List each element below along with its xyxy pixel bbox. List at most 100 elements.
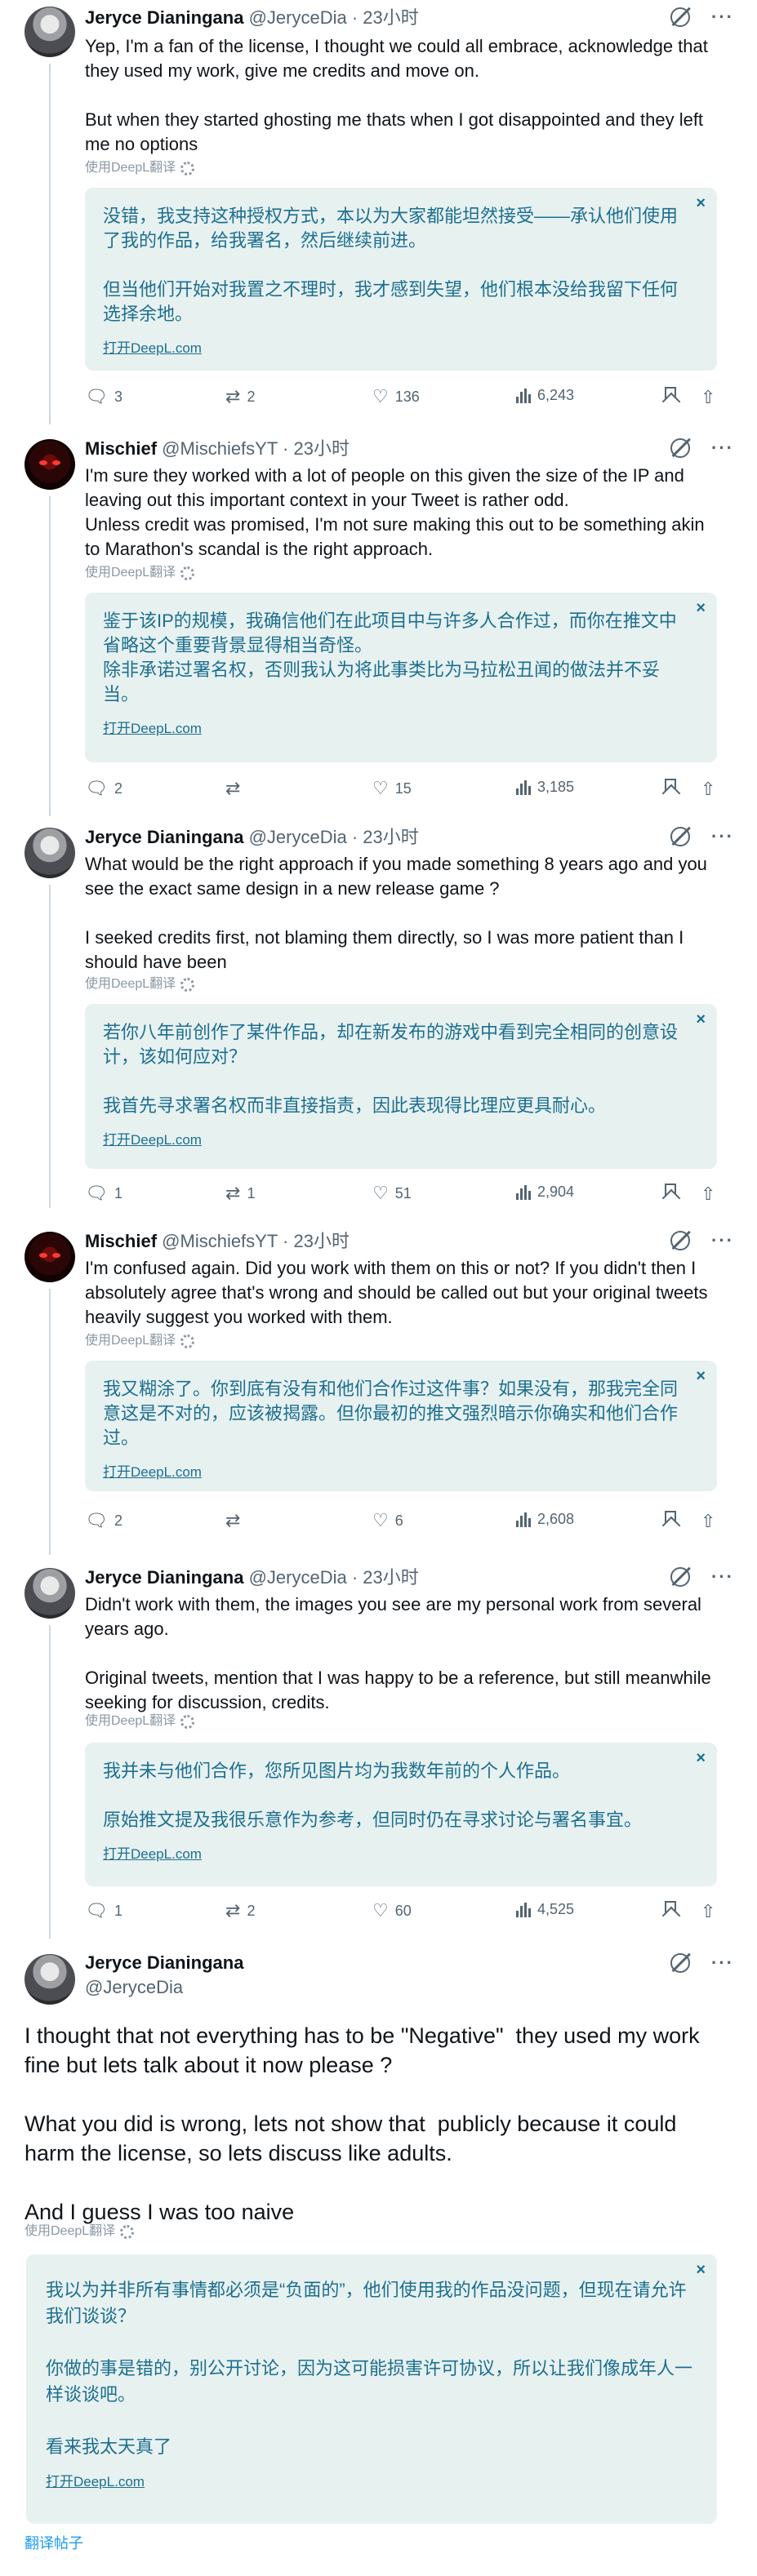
author-name[interactable]: Jeryce Dianingana xyxy=(85,7,243,28)
action-bar: 🗨 2 ⇄ ♡ 15 3,185 ⇧ xyxy=(85,779,730,803)
repost-button[interactable]: ⇄ 2 xyxy=(225,1901,255,1921)
like-button[interactable]: ♡ 15 xyxy=(372,779,412,798)
header-actions: ··· xyxy=(670,1566,734,1588)
repost-button[interactable]: ⇄ xyxy=(225,1511,247,1530)
like-button[interactable]: ♡ 136 xyxy=(372,387,420,406)
avatar[interactable] xyxy=(24,828,75,878)
grok-icon[interactable] xyxy=(670,1567,691,1587)
translate-post-link[interactable]: 翻译帖子 xyxy=(24,2532,83,2553)
author-name[interactable]: Mischief xyxy=(85,438,157,459)
open-deepl-link[interactable]: 打开DeepL.com xyxy=(103,1128,694,1148)
author-name[interactable]: Jeryce Dianingana xyxy=(85,1951,243,1975)
author-handle[interactable]: @JeryceDia xyxy=(249,827,347,847)
avatar[interactable] xyxy=(24,439,75,490)
grok-icon[interactable] xyxy=(670,1953,691,1973)
deepl-translate-label[interactable]: 使用DeepL翻译 xyxy=(85,976,195,993)
deepl-translate-label[interactable]: 使用DeepL翻译 xyxy=(85,1333,195,1349)
deepl-translate-label[interactable]: 使用DeepL翻译 xyxy=(85,160,195,176)
tweet-text: Didn't work with them, the images you se… xyxy=(85,1594,711,1712)
share-button[interactable]: ⇧ xyxy=(701,1901,715,1922)
repost-icon: ⇄ xyxy=(225,1183,241,1203)
grok-icon[interactable] xyxy=(670,827,691,846)
avatar[interactable] xyxy=(24,1232,75,1282)
timestamp[interactable]: 23小时 xyxy=(363,7,418,28)
bookmark-button[interactable] xyxy=(665,387,676,403)
timestamp[interactable]: 23小时 xyxy=(363,1567,418,1588)
timestamp[interactable]: 23小时 xyxy=(293,438,349,459)
share-button[interactable]: ⇧ xyxy=(701,779,715,800)
more-icon[interactable]: ··· xyxy=(711,826,734,847)
repost-button[interactable]: ⇄ 2 xyxy=(225,387,255,406)
grok-icon[interactable] xyxy=(670,438,691,458)
more-icon[interactable]: ··· xyxy=(711,1230,734,1251)
author-handle[interactable]: @JeryceDia xyxy=(249,1567,347,1588)
close-icon[interactable]: × xyxy=(696,1010,706,1029)
author-handle[interactable]: @MischiefsYT xyxy=(162,1231,278,1251)
reply-tweet[interactable]: Mischief @MischiefsYT · 23小时 ··· I'm con… xyxy=(0,1228,757,1555)
open-deepl-link[interactable]: 打开DeepL.com xyxy=(103,1842,694,1863)
reply-tweet[interactable]: Mischief @MischiefsYT · 23小时 ··· I'm sur… xyxy=(0,433,757,816)
reply-tweet[interactable]: Jeryce Dianingana @JeryceDia · 23小时 ··· … xyxy=(0,0,757,424)
bookmark-button[interactable] xyxy=(665,1511,676,1527)
author-handle[interactable]: @JeryceDia xyxy=(85,1975,243,2000)
deepl-translate-label[interactable]: 使用DeepL翻译 xyxy=(24,2223,135,2240)
author-handle[interactable]: @MischiefsYT xyxy=(162,438,278,459)
share-button[interactable]: ⇧ xyxy=(701,1511,715,1532)
reply-button[interactable]: 🗨 1 xyxy=(85,1901,122,1921)
views-button[interactable]: 4,525 xyxy=(516,1901,574,1918)
author-name[interactable]: Mischief xyxy=(85,1231,157,1251)
reply-button[interactable]: 🗨 2 xyxy=(85,779,122,798)
more-icon[interactable]: ··· xyxy=(711,437,734,459)
heart-icon: ♡ xyxy=(372,386,389,406)
bookmark-button[interactable] xyxy=(665,1901,676,1917)
reply-icon: 🗨 xyxy=(85,778,108,798)
like-button[interactable]: ♡ 60 xyxy=(372,1901,412,1921)
reply-button[interactable]: 🗨 2 xyxy=(85,1511,122,1530)
share-button[interactable]: ⇧ xyxy=(701,387,715,408)
close-icon[interactable]: × xyxy=(696,1749,706,1768)
more-icon[interactable]: ··· xyxy=(711,1952,734,1974)
avatar[interactable] xyxy=(24,1568,75,1619)
grok-icon[interactable] xyxy=(670,1231,691,1250)
open-deepl-link[interactable]: 打开DeepL.com xyxy=(46,2470,694,2490)
bookmark-button[interactable] xyxy=(665,1184,676,1200)
repost-icon: ⇄ xyxy=(225,778,241,798)
open-deepl-link[interactable]: 打开DeepL.com xyxy=(103,1460,694,1481)
more-icon[interactable]: ··· xyxy=(711,7,734,28)
close-icon[interactable]: × xyxy=(696,599,706,618)
reply-button[interactable]: 🗨 1 xyxy=(85,1184,122,1203)
author-name[interactable]: Jeryce Dianingana xyxy=(85,827,243,847)
avatar[interactable] xyxy=(24,7,75,57)
timestamp[interactable]: 23小时 xyxy=(293,1231,349,1251)
repost-button[interactable]: ⇄ 1 xyxy=(225,1184,255,1203)
views-button[interactable]: 2,904 xyxy=(516,1184,574,1201)
author-name[interactable]: Jeryce Dianingana xyxy=(85,1567,243,1588)
avatar[interactable] xyxy=(24,1954,75,2005)
like-button[interactable]: ♡ 51 xyxy=(372,1184,412,1203)
deepl-translate-label[interactable]: 使用DeepL翻译 xyxy=(85,565,195,581)
views-button[interactable]: 3,185 xyxy=(516,779,574,796)
close-icon[interactable]: × xyxy=(696,194,706,213)
more-icon[interactable]: ··· xyxy=(711,1566,734,1588)
action-bar: 🗨 3 ⇄ 2 ♡ 136 6,243 ⇧ xyxy=(85,387,730,411)
timestamp[interactable]: 23小时 xyxy=(363,827,418,847)
deepl-translate-label[interactable]: 使用DeepL翻译 xyxy=(85,1713,195,1730)
reply-button[interactable]: 🗨 3 xyxy=(85,387,122,406)
repost-button[interactable]: ⇄ xyxy=(225,779,247,798)
translation-text: 我又糊涂了。你到底有没有和他们合作过这件事？如果没有，那我完全同意这是不对的，应… xyxy=(103,1379,679,1448)
close-icon[interactable]: × xyxy=(696,1367,706,1386)
bookmark-button[interactable] xyxy=(665,779,676,795)
like-button[interactable]: ♡ 6 xyxy=(372,1511,403,1530)
open-deepl-link[interactable]: 打开DeepL.com xyxy=(103,336,694,357)
tweet-header: Jeryce Dianingana @JeryceDia · 23小时 xyxy=(85,827,419,847)
header-actions: ··· xyxy=(670,826,734,847)
reply-tweet[interactable]: Jeryce Dianingana @JeryceDia · 23小时 ··· … xyxy=(0,1563,757,1939)
views-button[interactable]: 6,243 xyxy=(516,387,574,404)
open-deepl-link[interactable]: 打开DeepL.com xyxy=(103,717,694,737)
grok-icon[interactable] xyxy=(670,7,691,27)
share-button[interactable]: ⇧ xyxy=(701,1184,715,1205)
reply-tweet[interactable]: Jeryce Dianingana @JeryceDia · 23小时 ··· … xyxy=(0,824,757,1208)
author-handle[interactable]: @JeryceDia xyxy=(249,7,347,28)
views-button[interactable]: 2,608 xyxy=(516,1511,574,1528)
close-icon[interactable]: × xyxy=(696,2261,706,2280)
